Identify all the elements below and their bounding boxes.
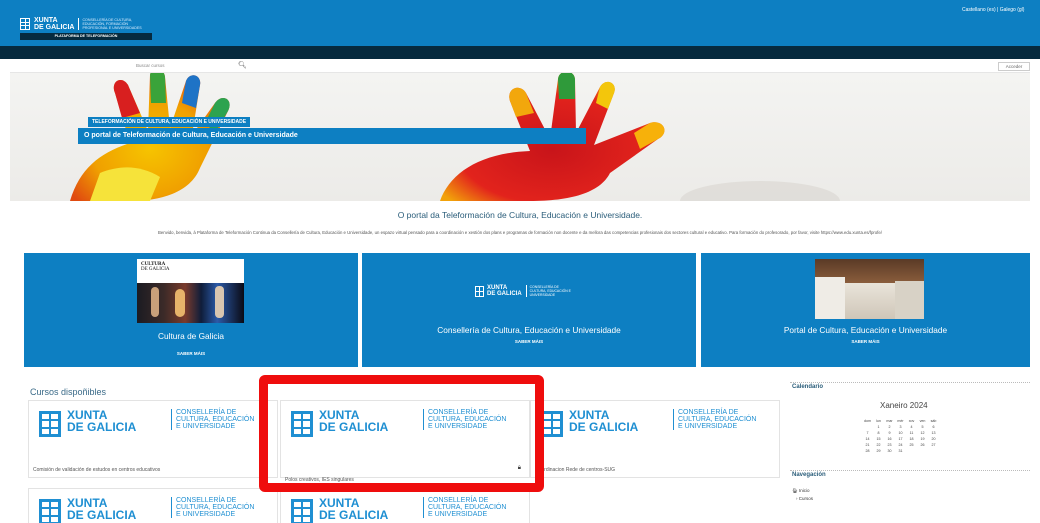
top-header [0,0,1040,46]
xunta-shield-icon [475,285,484,297]
bullet-icon: › [796,496,798,501]
card-action[interactable]: SABER MÁIS [701,339,1030,344]
xunta-shield-icon [39,499,61,523]
intro-title: O portal da Teleformación de Cultura, Ed… [397,210,643,220]
xunta-shield-icon [291,411,313,437]
card-title: Portal de Cultura, Educación e Universid… [783,325,948,335]
access-button[interactable]: Acceder [998,62,1030,71]
course-logo: XUNTA DE GALICIA CONSELLERÍA DE CULTURA, E… [281,497,531,523]
xunta-shield-icon [39,411,61,437]
course-card[interactable]: XUNTA DE GALICIA CONSELLERÍA DE CULTURA, E… [28,400,278,478]
course-name[interactable]: Polos creativos, IES singulares [285,477,354,483]
nav-home[interactable]: 🏠︎ Inicio [792,488,810,494]
card-portal[interactable]: Portal de Cultura, Educación e Universid… [701,253,1030,367]
course-name[interactable]: Coordinacion Rede de centros-SUG [535,467,615,473]
calendar-grid: dom lun mar mér xov ven sáb 123456 7 8 9 10 11 12 13… [862,418,939,454]
xunta-shield-icon [291,499,313,523]
intro-text: Benvido, benvida, á Plataforma de Telefo… [158,230,882,235]
cultura-galicia-image: CULTURA DE GALICIA [137,259,244,323]
navbar [0,46,1040,59]
card-title: Consellería de Cultura, Educación e Univ… [437,325,621,335]
calendar-title: Calendario [792,384,824,390]
hero-tag: TELEFORMACIÓN DE CULTURA, EDUCACIÓN E UN… [88,117,251,127]
course-logo: XUNTA DE GALICIA CONSELLERÍA DE CULTURA, E… [29,409,279,447]
platform-label: PLATAFORMA DE TELEFORMACIÓN [20,33,152,40]
courses-heading: Cursos dispoñibles [30,387,107,397]
divider [790,470,1030,471]
language-links[interactable]: Castellano (es) | Galego (gl) [962,7,1024,13]
card-conselleria[interactable]: XUNTA DE GALICIA CONSELLERÍA DE CULTURA,… [362,253,696,367]
course-card[interactable]: XUNTA DE GALICIA CONSELLERÍA DE CULTURA, E… [280,488,530,523]
home-icon: 🏠︎ [792,488,798,493]
search-input[interactable]: Buscar cursos [136,63,165,68]
hero-title: O portal de Teleformación de Cultura, Ed… [78,128,586,144]
department-text: CONSELLERÍA DE CULTURA, EDUCACIÓN, FORMA… [78,18,142,30]
xunta-shield-icon [20,18,30,30]
lock-icon: 🔒︎ [517,465,521,471]
calendar-month: Xaneiro 2024 [880,401,928,410]
card-title: Cultura de Galicia [158,331,224,341]
nav-courses[interactable]: › Cursos [796,496,813,501]
search-icon[interactable]: 🔍︎ [238,61,247,69]
course-logo: XUNTA DE GALICIA CONSELLERÍA DE CULTURA, E… [531,409,781,447]
card-cultura-galicia[interactable]: CULTURA DE GALICIA Cultura de Galicia SA… [24,253,358,367]
logo-text-1: XUNTA [34,17,58,24]
course-card[interactable]: XUNTA DE GALICIA CONSELLERÍA DE CULTURA, E… [280,400,531,483]
course-logo: XUNTA DE GALICIA CONSELLERÍA DE CULTURA, E… [29,497,279,523]
card-action[interactable]: SABER MÁIS [362,339,696,344]
course-logo: XUNTA DE GALICIA CONSELLERÍA DE CULTURA, E… [281,409,531,447]
course-card[interactable]: XUNTA DE GALICIA CONSELLERÍA DE CULTURA, E… [530,400,780,478]
calendar-week: 28 29 30 31 [865,449,903,453]
gallery-image [815,259,924,319]
course-card[interactable]: XUNTA DE GALICIA CONSELLERÍA DE CULTURA, E… [28,488,278,523]
xunta-shield-icon [541,411,563,437]
xunta-card-logo: XUNTA DE GALICIA CONSELLERÍA DE CULTURA,… [475,283,587,299]
course-name[interactable]: Comisión de validación de estudos en cen… [33,467,160,473]
divider [790,382,1030,383]
card-action[interactable]: SABER MÁIS [24,351,358,356]
navigation-title: Navegación [792,472,826,478]
xunta-logo[interactable]: XUNTA DE GALICIA CONSELLERÍA DE CULTURA,… [20,17,142,31]
logo-text-2: DE GALICIA [34,24,75,31]
